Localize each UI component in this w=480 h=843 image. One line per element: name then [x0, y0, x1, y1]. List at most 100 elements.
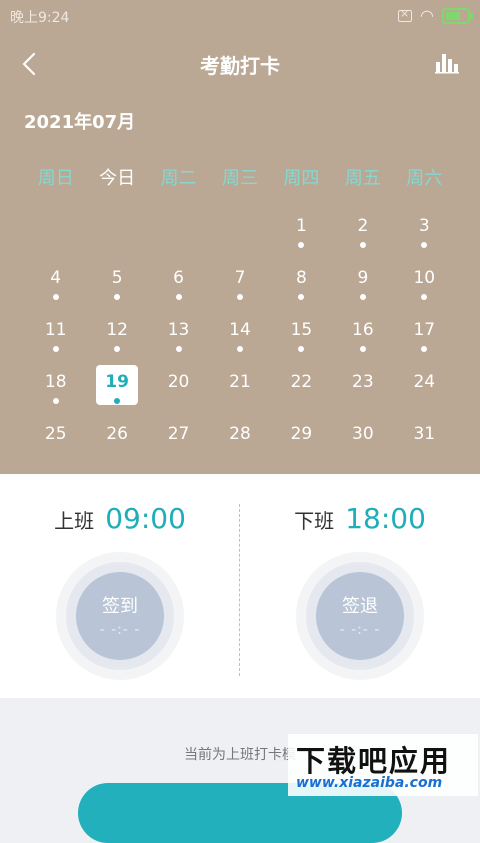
calendar-day-number: 31	[413, 424, 436, 444]
calendar-day[interactable]: 27	[148, 418, 209, 470]
calendar-day[interactable]: 24	[394, 366, 455, 418]
calendar-day-number: 28	[229, 424, 251, 444]
checkin-ring-mid: 签到 - -:- -	[66, 562, 174, 670]
calendar-day[interactable]: 20	[148, 366, 209, 418]
checkout-ring: 签退 - -:- -	[296, 552, 424, 680]
calendar-day[interactable]: 8	[271, 262, 332, 314]
checkin-ring: 签到 - -:- -	[56, 552, 184, 680]
calendar-day[interactable]: 14	[209, 314, 270, 366]
calendar-day[interactable]: 2	[332, 210, 393, 262]
calendar-day[interactable]: 13	[148, 314, 209, 366]
calendar-day[interactable]: 1	[271, 210, 332, 262]
calendar-day-number: 3	[418, 216, 430, 236]
battery-charging-icon	[442, 7, 473, 24]
calendar-day[interactable]: 17	[394, 314, 455, 366]
calendar-day[interactable]: 23	[332, 366, 393, 418]
calendar-day[interactable]: 30	[332, 418, 393, 470]
calendar-day[interactable]: 26	[86, 418, 147, 470]
calendar-day-number: 7	[234, 268, 246, 288]
calendar-day-number: 19	[105, 372, 129, 392]
watermark-url: www.xiazaiba.com	[296, 775, 443, 791]
calendar-day-grid: 1 2 3 4 5 6 7 8 9 10 11 12 13 14 15 16 17 18 19 20 21 22 23 24 2…	[25, 210, 455, 470]
weekday-label: 周四	[283, 168, 320, 189]
calendar-day[interactable]: 6	[148, 262, 209, 314]
month-label: 2021年07月	[24, 112, 136, 133]
watermark-logo: 下载吧应用 www.xiazaiba.com	[288, 734, 478, 796]
calendar-day[interactable]: 5	[86, 262, 147, 314]
check-in-button[interactable]: 签到 - -:- -	[76, 572, 164, 660]
calendar-day-number: 1	[296, 216, 307, 236]
calendar-header-panel: 晚上9:24 ◠ 考勤打卡 2021年07月 周日 今日 周二	[0, 0, 480, 474]
attendance-dot	[359, 294, 366, 300]
check-out-time-placeholder: - -:- -	[339, 622, 381, 638]
on-duty-label: 上班	[54, 509, 95, 533]
app-header: 考勤打卡	[0, 40, 480, 88]
calendar-day[interactable]: 9	[332, 262, 393, 314]
checkout-ring-mid: 签退 - -:- -	[306, 562, 414, 670]
attendance-dot	[298, 242, 305, 248]
calendar-day-number: 2	[357, 216, 369, 236]
check-in-label: 签到	[102, 596, 138, 617]
calendar-day-number: 24	[413, 372, 436, 392]
calendar-day-number: 5	[111, 268, 123, 288]
attendance-dot	[359, 346, 366, 352]
calendar-day[interactable]: 10	[394, 262, 455, 314]
on-duty-header: 上班 09:00	[0, 502, 240, 535]
calendar-day[interactable]: 16	[332, 314, 393, 366]
attendance-dot	[359, 242, 366, 248]
off-duty-section: 下班 18:00 签退 - -:- -	[240, 474, 480, 698]
attendance-dot	[175, 346, 182, 352]
weekday-label: 周二	[160, 168, 197, 189]
off-duty-label: 下班	[294, 509, 335, 533]
check-in-time-placeholder: - -:- -	[99, 622, 141, 638]
calendar-day[interactable]: 21	[209, 366, 270, 418]
attendance-dot	[114, 346, 121, 352]
weekday-row: 周日 今日 周二 周三 周四 周五 周六	[25, 164, 455, 190]
calendar-day[interactable]: 3	[394, 210, 455, 262]
calendar-day[interactable]: 11	[25, 314, 86, 366]
sim-off-icon	[398, 7, 413, 22]
calendar-day-number: 8	[296, 268, 307, 288]
calendar-day-number: 16	[352, 320, 374, 340]
check-out-button[interactable]: 签退 - -:- -	[316, 572, 404, 660]
calendar-day[interactable]: 25	[25, 418, 86, 470]
calendar-day-number: 23	[352, 372, 374, 392]
calendar-day-number: 10	[413, 268, 436, 288]
watermark-main-text: 下载吧应用	[296, 744, 452, 778]
calendar-day-number: 21	[229, 372, 251, 392]
weekday-label: 周五	[344, 168, 381, 189]
calendar-day-number: 14	[229, 320, 251, 340]
calendar-day[interactable]: 15	[271, 314, 332, 366]
calendar-day[interactable]: 31	[394, 418, 455, 470]
calendar-day[interactable]: 28	[209, 418, 270, 470]
calendar-day-selected[interactable]: 19	[86, 365, 147, 418]
calendar-day-number: 6	[173, 268, 184, 288]
attendance-dot	[421, 242, 428, 248]
checkin-card: 上班 09:00 签到 - -:- - 下班 18:00 签退 - -:- -	[0, 474, 480, 698]
attendance-dot	[52, 398, 59, 404]
calendar-day[interactable]: 18	[25, 366, 86, 418]
calendar-day[interactable]: 4	[25, 262, 86, 314]
attendance-dot	[52, 294, 59, 300]
calendar-day[interactable]: 12	[86, 314, 147, 366]
on-duty-section: 上班 09:00 签到 - -:- -	[0, 474, 240, 698]
calendar-day-number: 18	[44, 372, 67, 392]
calendar-day[interactable]: 22	[271, 366, 332, 418]
attendance-dot	[298, 294, 305, 300]
attendance-dot	[114, 294, 121, 300]
calendar-day-number: 26	[106, 424, 128, 444]
calendar-blank-cell	[148, 210, 209, 262]
calendar-day-number: 25	[44, 424, 67, 444]
calendar-day-number: 27	[167, 424, 190, 444]
calendar-blank-cell	[209, 210, 270, 262]
weekday-label: 周日	[37, 168, 74, 189]
calendar-day[interactable]: 29	[271, 418, 332, 470]
off-duty-time: 18:00	[345, 502, 426, 535]
attendance-dot	[236, 346, 243, 352]
statistics-button[interactable]	[434, 50, 462, 76]
weekday-label: 周六	[406, 168, 443, 189]
check-out-label: 签退	[342, 596, 378, 617]
calendar-day-number: 17	[413, 320, 436, 340]
calendar-day-number: 13	[167, 320, 190, 340]
calendar-day[interactable]: 7	[209, 262, 270, 314]
